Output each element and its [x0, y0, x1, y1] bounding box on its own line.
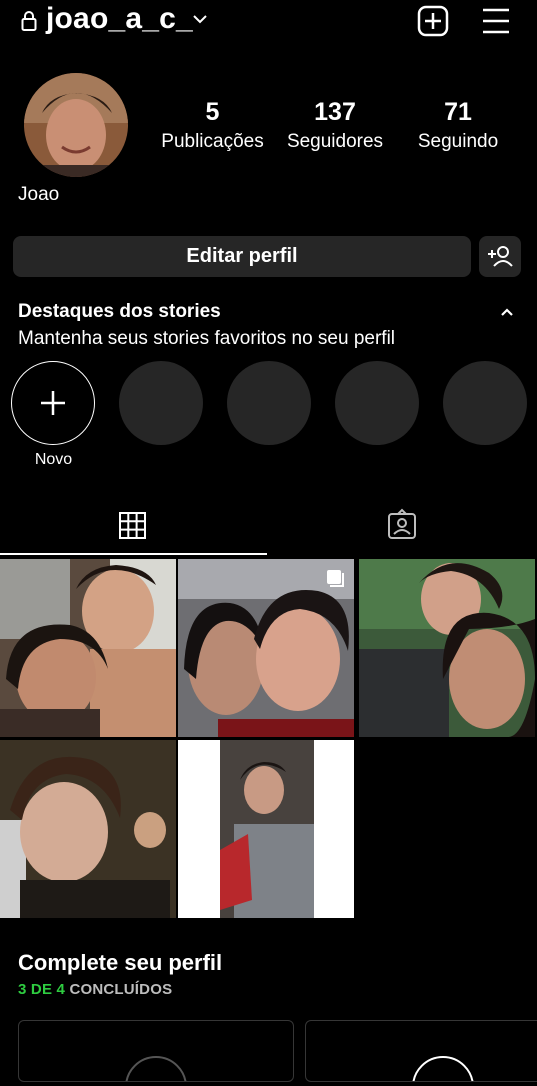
avatar-photo [24, 73, 128, 177]
tab-tagged[interactable] [267, 500, 537, 556]
stat-posts[interactable]: 5 Publicações [150, 96, 275, 156]
new-highlight-button[interactable] [11, 361, 95, 445]
post-thumbnail[interactable] [0, 559, 176, 737]
complete-profile-card[interactable] [18, 1020, 294, 1086]
highlight-placeholder [335, 361, 419, 445]
post-photo [178, 740, 354, 918]
edit-profile-button[interactable]: Editar perfil [13, 236, 471, 277]
new-highlight-label: Novo [34, 451, 73, 468]
stat-value: 71 [444, 98, 472, 126]
post-photo [0, 740, 176, 918]
post-photo [359, 559, 535, 737]
post-thumbnail[interactable] [178, 559, 354, 737]
post-thumbnail[interactable] [0, 740, 176, 918]
hamburger-menu-icon[interactable] [480, 6, 512, 36]
username-title[interactable]: joao_a_c_ [46, 2, 193, 36]
active-tab-indicator [0, 553, 267, 555]
grid-icon [119, 512, 146, 539]
post-thumbnail[interactable] [178, 740, 354, 918]
complete-profile-progress: 3 DE 4 CONCLUÍDOS [18, 981, 172, 998]
progress-suffix: CONCLUÍDOS [69, 981, 173, 998]
card-circle-icon [412, 1056, 474, 1086]
stat-label: Seguindo [417, 131, 499, 152]
profile-name: Joao [18, 184, 60, 205]
add-person-icon [488, 246, 513, 267]
stat-value: 137 [314, 98, 356, 126]
stat-label: Publicações [161, 131, 264, 152]
progress-count: 3 DE 4 [18, 981, 66, 998]
stat-followers[interactable]: 137 Seguidores [278, 96, 392, 156]
highlight-placeholder [443, 361, 527, 445]
chevron-down-icon[interactable] [192, 12, 208, 26]
lock-icon [21, 11, 37, 31]
post-photo [0, 559, 176, 737]
avatar[interactable] [24, 73, 128, 177]
plus-icon [41, 391, 65, 415]
tab-posts-grid[interactable] [0, 500, 267, 556]
stat-value: 5 [205, 98, 220, 126]
carousel-icon [327, 570, 344, 587]
highlight-placeholder [227, 361, 311, 445]
tagged-person-icon [388, 508, 416, 539]
complete-profile-title: Complete seu perfil [18, 950, 223, 975]
chevron-up-icon[interactable] [499, 305, 515, 319]
highlights-title: Destaques dos stories [18, 301, 221, 322]
stat-label: Seguidores [286, 131, 384, 152]
discover-people-button[interactable] [479, 236, 521, 277]
highlight-placeholder [119, 361, 203, 445]
stat-following[interactable]: 71 Seguindo [408, 96, 508, 156]
complete-profile-card[interactable] [305, 1020, 537, 1086]
highlights-subtitle: Mantenha seus stories favoritos no seu p… [18, 328, 396, 349]
plus-square-icon[interactable] [416, 4, 450, 38]
card-circle-icon [125, 1056, 187, 1086]
post-thumbnail[interactable] [359, 559, 535, 737]
